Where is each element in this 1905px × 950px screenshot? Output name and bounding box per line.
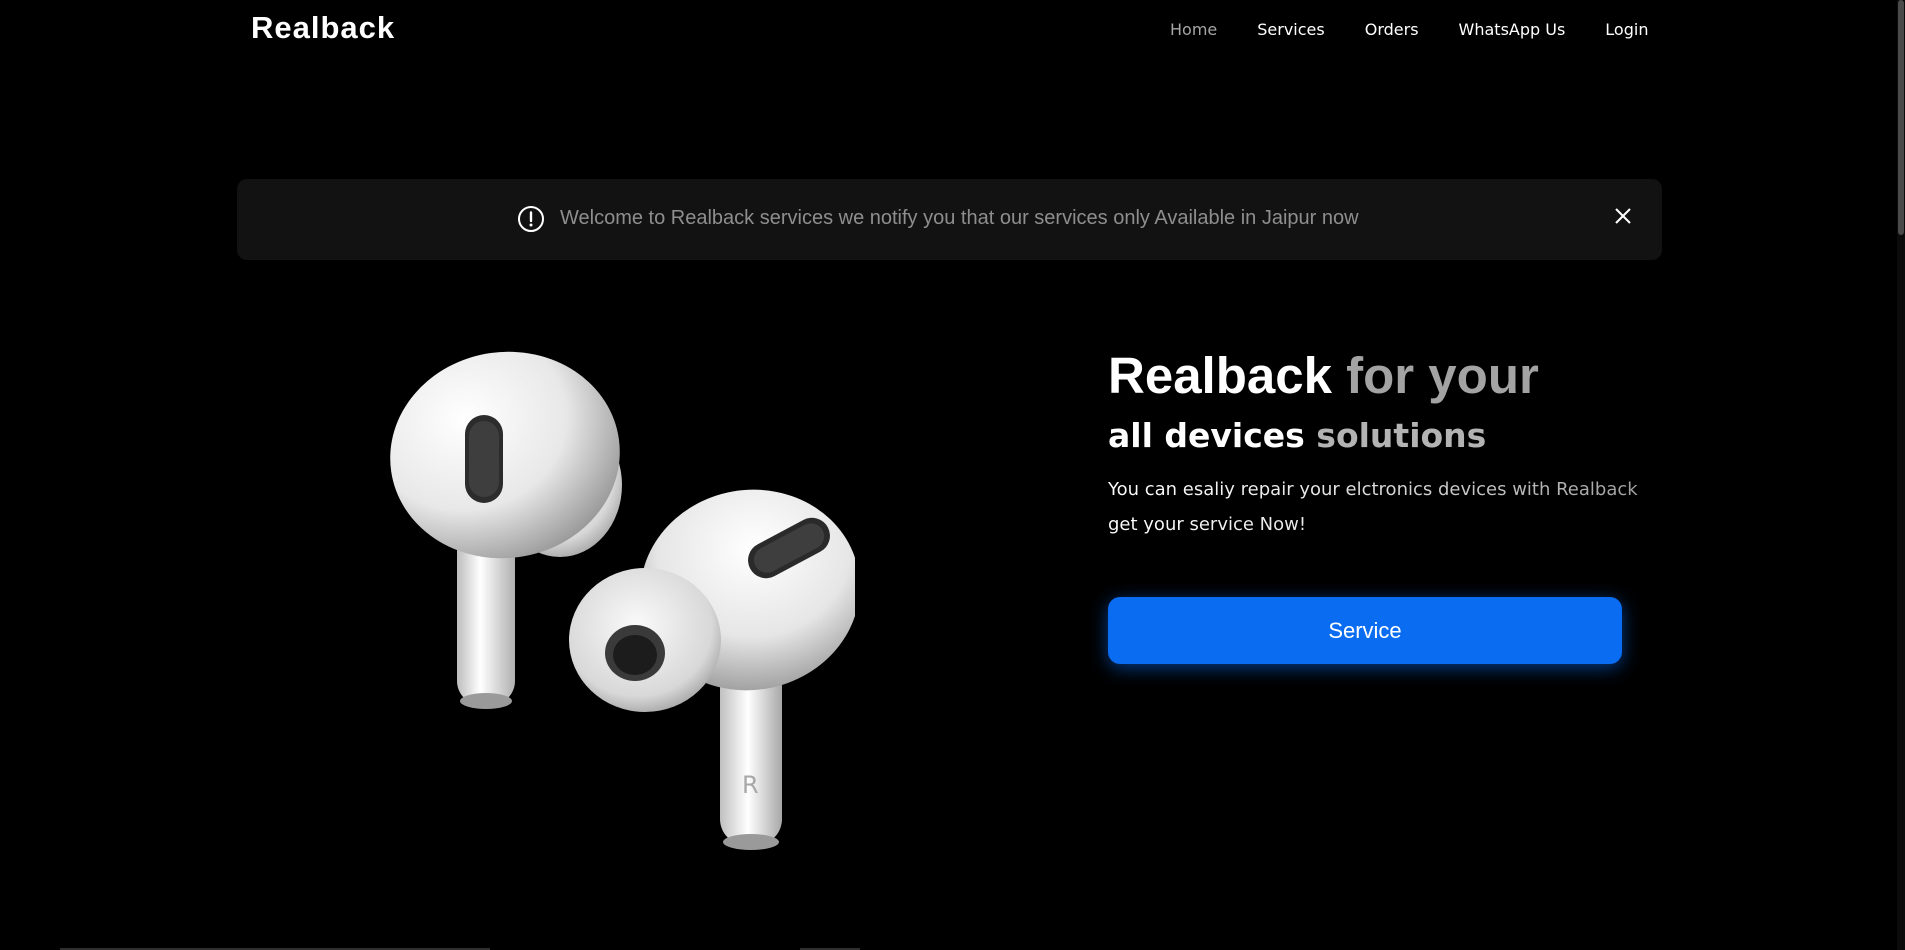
earbud-letter: R bbox=[742, 771, 759, 799]
brand-logo[interactable]: Realback bbox=[251, 10, 395, 46]
hero-subtitle-rest: solutions bbox=[1316, 416, 1487, 455]
nav-home[interactable]: Home bbox=[1150, 18, 1237, 41]
close-icon[interactable] bbox=[1610, 203, 1636, 229]
service-button[interactable]: Service bbox=[1108, 597, 1622, 664]
scrollbar-thumb[interactable] bbox=[1898, 0, 1904, 235]
nav-whatsapp[interactable]: WhatsApp Us bbox=[1439, 18, 1586, 41]
page: Realback Home Services Orders WhatsApp U… bbox=[0, 0, 1905, 950]
nav-login[interactable]: Login bbox=[1585, 18, 1668, 41]
hero-title: Realback for your bbox=[1108, 346, 1539, 405]
hero-subtitle-main: all devices bbox=[1108, 416, 1305, 455]
exclamation-circle-icon bbox=[517, 205, 545, 233]
hero-title-rest: for your bbox=[1346, 347, 1539, 404]
scrollbar[interactable] bbox=[1897, 0, 1905, 950]
hero-subtitle: all devices solutions bbox=[1108, 416, 1486, 455]
hero-description: You can esaliy repair your elctronics de… bbox=[1108, 472, 1648, 542]
alert-message: Welcome to Realback services we notify y… bbox=[560, 207, 1359, 229]
main-nav: Home Services Orders WhatsApp Us Login bbox=[1150, 18, 1668, 41]
hero-title-brand: Realback bbox=[1108, 347, 1332, 404]
earbuds-image: R bbox=[385, 345, 860, 855]
notice-alert: Welcome to Realback services we notify y… bbox=[237, 179, 1662, 260]
nav-services[interactable]: Services bbox=[1237, 18, 1344, 41]
nav-orders[interactable]: Orders bbox=[1345, 18, 1439, 41]
